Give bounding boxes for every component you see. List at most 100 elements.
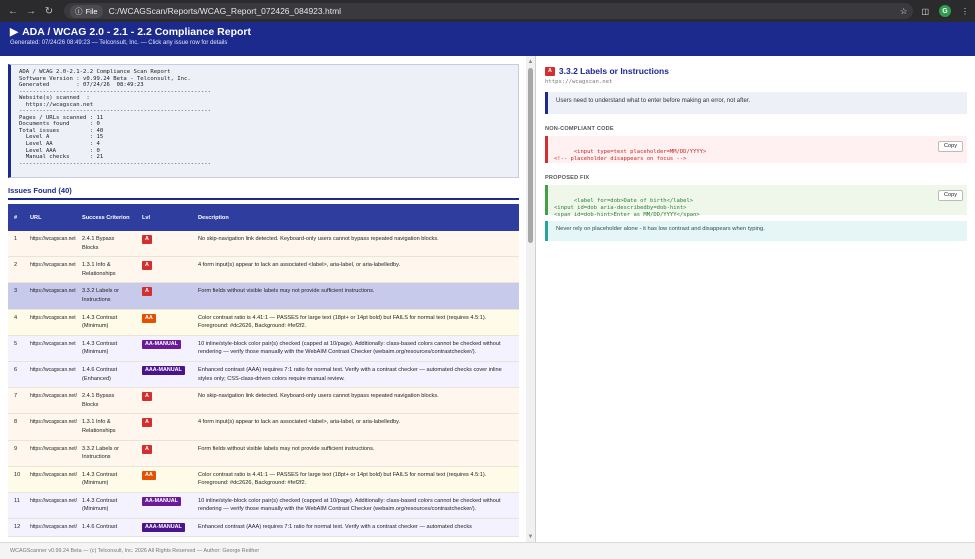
forward-arrow-icon[interactable]: → [24,4,38,18]
cell-url: https://wcagscan.net/ [24,466,77,493]
cell-description: 10 inline/style-block color pair(s) chec… [192,335,519,362]
report-header: ▶ ADA / WCAG 2.0 - 2.1 - 2.2 Compliance … [0,22,975,56]
level-badge: AA [142,313,156,323]
cell-url: https://wcagscan.net/ [24,387,77,415]
cell-level: A [136,387,192,415]
report-title: ▶ ADA / WCAG 2.0 - 2.1 - 2.2 Compliance … [10,26,965,38]
table-row[interactable]: 6 https://wcagscan.net 1.4.6 Contrast (Enh… [8,361,519,389]
noncompliant-code: <input type=text placeholder=MM/DD/YYYY>… [554,149,707,162]
table-row[interactable]: 4 https://wcagscan.net 1.4.3 Contrast (Min… [8,309,519,336]
table-row[interactable]: 7 https://wcagscan.net/2.4.1 Bypass Block… [8,387,519,415]
cell-level: AA [136,309,192,336]
table-header-row: # URL Success Criterion Lvl Description [8,204,519,231]
table-row[interactable]: 1 https://wcagscan.net 2.4.1 Bypass Blocks… [8,231,519,258]
back-arrow-icon[interactable]: ← [6,4,20,18]
report-title-text: ADA / WCAG 2.0 - 2.1 - 2.2 Compliance Re… [22,26,251,38]
detail-title-text: 3.3.2 Labels or Instructions [558,66,669,76]
table-row[interactable]: 2 https://wcagscan.net 1.3.1 Info & Relati… [8,256,519,284]
table-row[interactable]: 5 https://wcagscan.net 1.4.3 Contrast (Min… [8,335,519,362]
reload-icon[interactable]: ↻ [42,4,56,18]
profile-avatar[interactable]: G [939,5,951,17]
cell-level: A [136,256,192,284]
address-bar[interactable]: ⓘ File C:/WCAGScan/Reports/WCAG_Report_0… [64,3,914,19]
bookmark-star-icon[interactable]: ☆ [900,6,908,17]
table-row[interactable]: 10 https://wcagscan.net/1.4.3 Contrast (M… [8,466,519,493]
scroll-down-arrow-icon[interactable]: ▼ [526,533,535,542]
main-content: ADA / WCAG 2.0-2.1-2.2 Compliance Scan R… [0,56,975,542]
cell-num: 5 [8,335,24,362]
cell-criterion: 1.3.1 Info & Relationships [76,256,136,284]
cell-num: 4 [8,309,24,336]
cell-description: No skip-navigation link detected. Keyboa… [192,387,519,415]
extensions-icon[interactable]: ◫ [921,7,929,16]
cell-criterion: 2.4.1 Bypass Blocks [76,387,136,415]
cell-num: 8 [8,413,24,441]
cell-level: AA-MANUAL [136,492,192,520]
level-badge: A [142,261,152,271]
cell-description: No skip-navigation link detected. Keyboa… [192,231,519,258]
report-subtitle: Generated: 07/24/26 08:49:23 — Telconsul… [10,40,228,46]
cell-url: https://wcagscan.net/ [24,518,77,538]
cell-num: 9 [8,440,24,467]
level-badge: AA-MANUAL [142,339,181,349]
cell-url: https://wcagscan.net [24,231,76,258]
detail-tip: Never rely on placeholder alone - it has… [545,221,967,241]
level-badge: AAA-MANUAL [142,523,185,533]
issues-table: # URL Success Criterion Lvl Description … [8,204,519,538]
level-badge: A [142,287,152,297]
file-chip[interactable]: ⓘ File [70,4,103,18]
copy-noncompliant-button[interactable]: Copy [937,141,963,152]
copy-fix-button[interactable]: Copy [937,190,963,201]
cell-level: A [136,231,192,258]
fix-code: <label for=dob>Date of birth</label> <in… [554,198,700,218]
cell-description: Form fields without visible labels may n… [192,440,519,467]
table-row[interactable]: 12 https://wcagscan.net/1.4.6 Contrast AAA… [8,518,519,538]
cell-level: A [136,440,192,467]
file-chip-label: File [85,6,98,16]
col-level: Lvl [142,214,151,221]
cell-level: AA-MANUAL [136,335,192,362]
detail-url: https://wcagscan.net [545,79,613,85]
cell-criterion: 1.4.3 Contrast (Minimum) [76,492,136,520]
cell-num: 12 [8,518,24,538]
level-badge: A [142,418,152,428]
cell-level: AAA-MANUAL [136,518,192,538]
table-row[interactable]: 9 https://wcagscan.net/3.3.2 Labels or In… [8,440,519,467]
menu-kebab-icon[interactable]: ⋮ [961,7,969,16]
cell-url: https://wcagscan.net [24,361,76,389]
level-badge: A [142,392,152,402]
col-criterion: Success Criterion [82,214,130,221]
scan-summary: ADA / WCAG 2.0-2.1-2.2 Compliance Scan R… [8,64,519,178]
scroll-up-arrow-icon[interactable]: ▲ [526,58,535,67]
level-badge: AA-MANUAL [142,496,181,506]
cell-description: 4 form input(s) appear to lack an associ… [192,256,519,284]
cell-criterion: 1.4.3 Contrast (Minimum) [76,309,136,336]
scrollbar-thumb[interactable] [528,68,533,243]
table-row[interactable]: 8 https://wcagscan.net/1.3.1 Info & Relat… [8,413,519,441]
browser-toolbar: ← → ↻ ⓘ File C:/WCAGScan/Reports/WCAG_Re… [0,0,975,22]
detail-pane: A 3.3.2 Labels or Instructions https://w… [536,56,975,542]
col-description: Description [198,214,229,221]
detail-level-badge: A [545,66,555,76]
issues-heading: Issues Found (40) [8,186,519,200]
page-footer: WCAGScanner v0.99.24 Beta — (c) Telconsu… [0,542,975,559]
cell-description: 10 inline/style-block color pair(s) chec… [192,492,519,520]
level-badge: AA [142,470,156,480]
cell-description: Color contrast ratio is 4.41:1 — PASSES … [192,466,519,493]
cell-description: Color contrast ratio is 4.41:1 — PASSES … [192,309,519,336]
info-icon: ⓘ [75,6,83,16]
cell-level: A [136,413,192,441]
url-text[interactable]: C:/WCAGScan/Reports/WCAG_Report_072426_0… [109,6,341,16]
fix-code-block: <label for=dob>Date of birth</label> <in… [545,185,967,218]
cell-num: 2 [8,256,24,284]
table-row[interactable]: 3 https://wcagscan.net 3.3.2 Labels or Ins… [8,282,519,310]
issues-scrollbar[interactable]: ▲ ▼ [526,56,535,542]
issues-pane[interactable]: ADA / WCAG 2.0-2.1-2.2 Compliance Scan R… [0,56,536,542]
cell-num: 11 [8,492,24,520]
table-row[interactable]: 11 https://wcagscan.net/1.4.3 Contrast (M… [8,492,519,520]
cell-criterion: 2.4.1 Bypass Blocks [76,231,136,258]
noncompliant-label: NON-COMPLIANT CODE [545,126,614,132]
cell-criterion: 1.4.6 Contrast (Enhanced) [76,361,136,389]
detail-title: A 3.3.2 Labels or Instructions [545,66,967,76]
col-num: # [14,214,18,221]
